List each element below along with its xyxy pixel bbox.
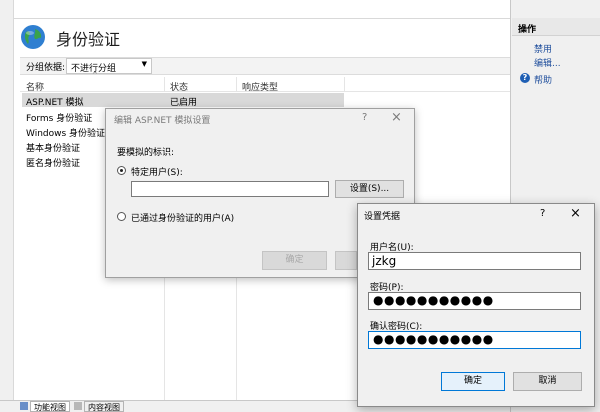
specific-user-label: 特定用户(S): [131, 168, 183, 178]
group-by-select[interactable]: 不进行分组 ▼ [66, 58, 152, 74]
table-row[interactable]: 匿名身份验证 [26, 156, 80, 169]
column-response-type[interactable]: 响应类型 [242, 80, 278, 93]
ok-button[interactable]: 确定 [262, 251, 327, 270]
identity-label: 要模拟的标识: [117, 148, 175, 158]
chevron-down-icon: ▼ [141, 60, 147, 68]
password-input[interactable]: ●●●●●●●●●●● [368, 292, 581, 310]
group-by-label: 分组依据: [26, 63, 66, 73]
table-row[interactable]: Windows 身份验证 [26, 126, 105, 139]
column-status[interactable]: 状态 [170, 80, 188, 93]
close-icon[interactable]: × [391, 110, 402, 125]
table-row[interactable]: ASP.NET 模拟 [26, 95, 84, 108]
help-icon: ? [520, 73, 530, 83]
column-separator [344, 77, 345, 92]
authenticated-user-label: 已通过身份验证的用户(A) [131, 214, 235, 224]
page-title: 身份验证 [56, 30, 121, 49]
close-icon[interactable]: × [570, 206, 581, 221]
dialog-title: 编辑 ASP.NET 模拟设置 [114, 116, 211, 126]
specific-user-radio[interactable] [117, 166, 126, 175]
column-separator [164, 77, 165, 92]
tab-feature-view[interactable]: 功能视图 [30, 401, 70, 412]
specific-user-input[interactable] [131, 181, 329, 197]
dialog-title: 设置凭据 [364, 212, 401, 222]
disable-link[interactable]: 禁用 [534, 42, 552, 55]
content-view-icon [74, 402, 82, 410]
column-separator [236, 77, 237, 92]
feature-view-icon [20, 402, 28, 410]
divider [14, 18, 510, 19]
ok-button[interactable]: 确定 [441, 372, 505, 391]
username-input[interactable]: jzkg [368, 252, 581, 270]
column-separator [236, 278, 237, 400]
tree-pane-edge [0, 0, 14, 412]
cancel-button[interactable] [335, 251, 357, 270]
settings-button[interactable]: 设置(S)... [335, 180, 404, 198]
globe-icon [21, 25, 45, 49]
cancel-button[interactable]: 取消 [513, 372, 582, 391]
authenticated-user-radio[interactable] [117, 212, 126, 221]
edit-link[interactable]: 编辑... [534, 56, 561, 69]
table-row[interactable]: 基本身份验证 [26, 141, 80, 154]
table-row[interactable]: Forms 身份验证 [26, 111, 92, 124]
tab-content-view[interactable]: 内容视图 [84, 401, 124, 412]
help-link[interactable]: 帮助 [534, 73, 552, 86]
help-icon[interactable]: ? [362, 112, 367, 123]
column-name[interactable]: 名称 [26, 80, 44, 93]
help-icon[interactable]: ? [540, 208, 545, 219]
status-cell: 已启用 [170, 98, 198, 108]
column-separator [164, 278, 165, 400]
actions-header: 操作 [512, 18, 600, 36]
confirm-password-input[interactable]: ●●●●●●●●●●● [368, 331, 581, 349]
